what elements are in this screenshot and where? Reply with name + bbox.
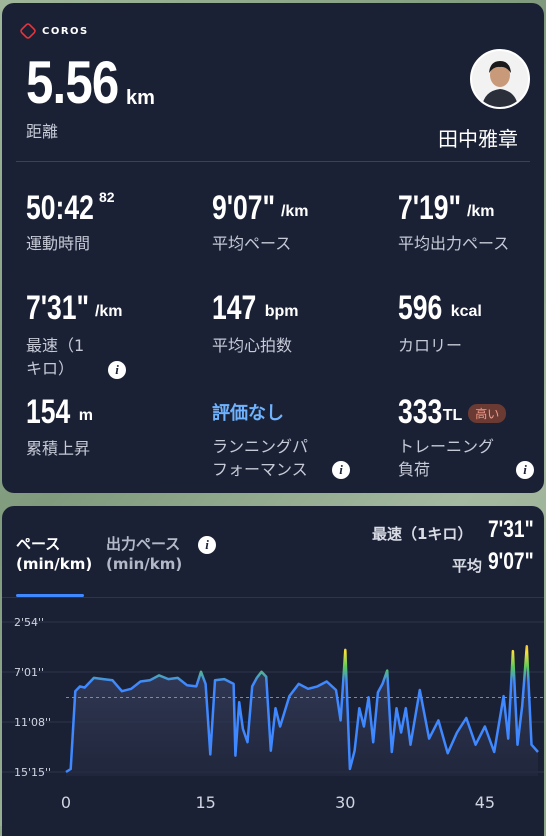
fastest-km-unit: /km	[94, 303, 123, 320]
stat-ascent: 154 m	[26, 393, 93, 431]
avg-power-pace-unit: /km	[466, 203, 495, 220]
ascent-value: 154	[26, 393, 71, 431]
stat-duration: 50:42 82	[26, 189, 115, 227]
info-icon[interactable]: i	[516, 461, 534, 479]
fastest-km-value: 7'31"	[26, 289, 90, 327]
tab-power-pace-label: 出力ペース	[106, 535, 181, 553]
x-tick-label: 30	[335, 793, 355, 812]
brand-text: COROS	[42, 25, 89, 37]
stat-calories: 596 kcal	[398, 289, 482, 327]
ascent-label: 累積上昇	[26, 439, 91, 458]
x-tick-label: 0	[61, 793, 71, 812]
avg-power-pace-value: 7'19"	[398, 189, 462, 227]
running-performance-value: 評価なし	[212, 403, 284, 424]
info-icon[interactable]: i	[332, 461, 350, 479]
running-performance-label-line2: フォーマンス	[212, 460, 308, 479]
fastest-km-label: 最速（1キロ）	[372, 525, 473, 543]
y-tick-label: 11'08''	[14, 716, 51, 729]
avg-pace-label: 平均ペース	[212, 234, 292, 253]
ascent-unit: m	[78, 407, 93, 424]
distance-unit: km	[126, 87, 155, 109]
distance-label: 距離	[26, 122, 59, 141]
avg-pace-label: 平均	[452, 557, 483, 575]
coros-logo: COROS	[18, 21, 89, 41]
user-name: 田中雅章	[438, 127, 518, 151]
tab-pace-unit: (min/km)	[16, 555, 93, 573]
y-tick-label: 2'54''	[14, 616, 44, 629]
avg-pace-unit: /km	[280, 203, 309, 220]
fastest-km-label-line2: キロ）	[26, 359, 75, 378]
fastest-km-label-line1: 最速（1	[26, 336, 85, 355]
duration-label: 運動時間	[26, 234, 91, 253]
duration-value: 50:42	[26, 189, 94, 227]
training-load-value: 333	[398, 393, 443, 431]
stat-avg-pace: 9'07" /km	[212, 189, 309, 227]
training-load-badge: 高い	[468, 404, 507, 423]
divider	[2, 597, 544, 598]
fastest-km-value: 7'31"	[488, 516, 534, 543]
avg-hr-unit: bpm	[264, 303, 299, 320]
y-tick-label: 15'15''	[14, 766, 51, 779]
calories-unit: kcal	[450, 303, 482, 320]
stat-avg-power-pace: 7'19" /km	[398, 189, 495, 227]
avg-pace-value: 9'07"	[488, 548, 534, 575]
tab-power-pace[interactable]: 出力ペース (min/km)	[106, 534, 182, 574]
pace-chart: 2'54'' 7'01'' 11'08'' 15'15'' 0 15 30 45	[2, 616, 544, 812]
user-avatar-icon	[472, 51, 528, 107]
calories-value: 596	[398, 289, 443, 327]
avg-pace-value: 9'07"	[212, 189, 276, 227]
avg-hr-value: 147	[212, 289, 257, 327]
tab-pace-label: ペース	[16, 535, 61, 553]
y-tick-label: 7'01''	[14, 666, 44, 679]
tab-pace[interactable]: ペース (min/km)	[16, 534, 92, 574]
summary-card: COROS 5.56 km 距離 田中雅章 50:42 82 運動時間 9'07…	[2, 3, 544, 493]
calories-label: カロリー	[398, 336, 463, 355]
pace-chart-card: ペース (min/km) 出力ペース (min/km) i 最速（1キロ） 7'…	[2, 506, 544, 836]
pace-area	[66, 646, 538, 776]
divider	[16, 161, 530, 162]
info-icon[interactable]: i	[108, 361, 126, 379]
coros-logo-icon	[18, 21, 38, 41]
avg-hr-label: 平均心拍数	[212, 336, 293, 355]
stat-training-load: 333 TL 高い	[398, 393, 507, 431]
avg-power-pace-label: 平均出力ペース	[398, 234, 510, 253]
training-load-unit: TL	[442, 407, 463, 424]
training-load-label-line1: トレーニング	[398, 437, 495, 456]
stat-avg-hr: 147 bpm	[212, 289, 299, 327]
info-icon[interactable]: i	[198, 536, 216, 554]
stat-fastest-km: 7'31" /km	[26, 289, 123, 327]
tab-power-pace-unit: (min/km)	[106, 555, 183, 573]
running-performance-label-line1: ランニングパ	[212, 437, 309, 456]
x-tick-label: 15	[195, 793, 215, 812]
avatar[interactable]	[470, 49, 530, 109]
duration-hundredths: 82	[98, 189, 115, 205]
x-tick-label: 45	[475, 793, 495, 812]
training-load-label-line2: 負荷	[398, 460, 431, 479]
distance-value: 5.56	[26, 49, 119, 116]
